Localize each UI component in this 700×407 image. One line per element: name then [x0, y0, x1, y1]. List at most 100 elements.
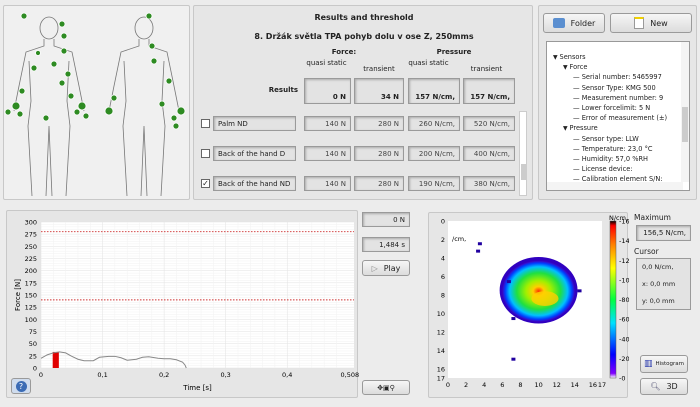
result-force-tr: 34 N	[354, 78, 404, 104]
row-threshold-value: 140 N	[304, 116, 351, 131]
row-threshold-value: 190 N/cm,	[408, 176, 460, 191]
tree-label: Measurement number: 9	[581, 93, 664, 102]
colorbar-tick: -0	[619, 375, 625, 383]
row-checkbox[interactable]: ✓	[201, 179, 210, 188]
tree-leaf[interactable]: — Measurement number: 9	[573, 93, 663, 103]
row-threshold-value: 200 N/cm,	[408, 146, 460, 161]
measurement-points	[4, 12, 186, 130]
tree-vscroll[interactable]	[681, 42, 689, 182]
x-tick-label: 12	[553, 381, 561, 389]
row-checkbox[interactable]	[201, 119, 210, 128]
tree-leaf[interactable]: — Serial number: 5465997	[573, 72, 662, 82]
y-tick-label: 4	[441, 254, 445, 262]
folder-icon	[552, 18, 565, 28]
current-force-display: 0 N	[362, 212, 410, 227]
tree-label: Temperature: 23,0 °C	[581, 144, 653, 153]
cursor-label: Cursor	[634, 247, 659, 256]
y-tick-label: 14	[437, 347, 445, 355]
x-tick-label: 6	[500, 381, 504, 389]
results-scrollbar[interactable]	[519, 111, 527, 196]
tree-label: Pressure	[569, 124, 598, 133]
play-button[interactable]: ▷ Play	[362, 260, 410, 276]
row-zone-name: Back of the hand ND	[213, 176, 296, 191]
tree-leaf[interactable]: — Temperature: 23,0 °C	[573, 144, 652, 154]
new-button[interactable]: New	[610, 13, 692, 33]
result-pressure-tr: 157 N/cm,	[463, 78, 515, 104]
current-time-display: 1,484 s	[362, 237, 410, 252]
y-tick-label: 275	[25, 231, 37, 239]
y-tick-label: 150	[25, 292, 37, 300]
y-tick-label: 75	[29, 328, 37, 336]
result-pressure-qs: 157 N/cm,	[408, 78, 460, 104]
tree-leaf[interactable]: — Sensor type: LLW	[573, 134, 639, 144]
pressure-peak	[531, 291, 559, 306]
x-tick-label: 2	[464, 381, 468, 389]
row-zone-name: Palm ND	[213, 116, 296, 131]
tree-label: Sensors	[559, 53, 586, 61]
row-checkbox[interactable]	[201, 149, 210, 158]
y-tick-label: 125	[25, 304, 37, 312]
cursor-y: y: 0,0 mm	[642, 297, 675, 305]
tree-hscroll[interactable]	[547, 182, 683, 190]
histogram-button[interactable]: ▥ Histogram	[640, 355, 688, 373]
y-tick-label: 6	[441, 273, 445, 281]
tree-leaf[interactable]: — License device:	[573, 164, 633, 174]
3d-label: 3D	[666, 382, 678, 391]
pressure-blob	[502, 260, 575, 322]
tree-leaf[interactable]: — Humidity: 57,0 %RH	[573, 154, 648, 164]
new-label: New	[650, 18, 668, 28]
help-icon: ?	[15, 380, 27, 392]
pressure-spot	[511, 357, 516, 361]
time-cursor-marker	[52, 351, 59, 368]
help-button[interactable]: ?	[11, 378, 31, 394]
x-tick-label: 0,50847	[341, 371, 359, 379]
tree-label: Error of measurement (±)	[581, 114, 668, 123]
x-tick-label: 0,2	[159, 371, 169, 379]
colorbar-tick: -140	[619, 237, 629, 245]
histogram-label: Histogram	[655, 361, 685, 367]
colorbar-unit: N/cm,	[609, 214, 628, 222]
col-force-tr: transient	[363, 65, 395, 73]
y-tick-label: 10	[437, 310, 445, 318]
colorbar-tick: -20	[619, 355, 629, 363]
play-label: Play	[383, 263, 401, 273]
graph-tools-button[interactable]: ✥▣⚲	[362, 380, 410, 395]
x-tick-label: 0	[446, 381, 450, 389]
row-threshold-value: 280 N	[354, 116, 404, 131]
3d-button[interactable]: 🔍︎ 3D	[640, 378, 688, 395]
cursor-x: x: 0,0 mm	[642, 280, 676, 288]
force-heading: Force:	[331, 48, 357, 56]
x-tick-label: 14	[571, 381, 579, 389]
row-threshold-value: 260 N/cm,	[408, 116, 460, 131]
y-tick-label: 50	[29, 340, 37, 348]
x-tick-label: 17	[598, 381, 606, 389]
tree-leaf[interactable]: — Sensor Type: KMG 500	[573, 83, 656, 93]
x-tick-label: 0,4	[282, 371, 292, 379]
folder-button[interactable]: Folder	[543, 13, 605, 33]
magnifier-icon: 🔍︎	[650, 382, 661, 391]
sensor-tree[interactable]: ▼ Sensors ▼ Force — Serial number: 5465997…	[546, 41, 690, 191]
colorbar-tick: -40	[619, 335, 629, 343]
tree-leaf[interactable]: — Error of measurement (±)	[573, 113, 667, 123]
colorbar-tick: -60	[619, 316, 629, 324]
sensor-panel: Folder New ▼ Sensors ▼ Force — Serial numb…	[538, 5, 697, 200]
y-tick-label: 175	[25, 279, 37, 287]
result-force-qs: 0 N	[304, 78, 351, 104]
x-tick-label: 0,1	[97, 371, 107, 379]
tree-leaf[interactable]: — Lower forcelimit: 5 N	[573, 103, 650, 113]
pressure-map-panel: 0 2 4 6 8 10 12 14 16 17 0 2 4 6 8 10 12 14 16 17/cm, -0 -20-…	[428, 212, 629, 399]
pressure-heatmap[interactable]: 0246810121416170 2 4 6 8 10 12 14 16 17/cm,-0-20-…	[429, 213, 629, 399]
y-tick-label: 100	[25, 316, 37, 324]
maximum-value: 156,5 N/cm,	[636, 225, 691, 241]
cursor-value: 0,0 N/cm,	[642, 263, 674, 271]
force-chart[interactable]: 0 25 50 75 100 125 150 175 200 225 250 275 300 0 0,1 0,…	[7, 211, 359, 399]
row-threshold-value: 140 N	[304, 176, 351, 191]
tree-label: Sensor type: LLW	[581, 134, 639, 143]
y-tick-label: 300	[25, 219, 37, 227]
body-diagram[interactable]	[4, 6, 191, 201]
folder-label: Folder	[570, 18, 596, 28]
colorbar-tick: -100	[619, 276, 629, 284]
play-icon: ▷	[371, 263, 378, 273]
y-tick-label: 8	[441, 291, 445, 299]
new-document-icon	[634, 17, 645, 29]
